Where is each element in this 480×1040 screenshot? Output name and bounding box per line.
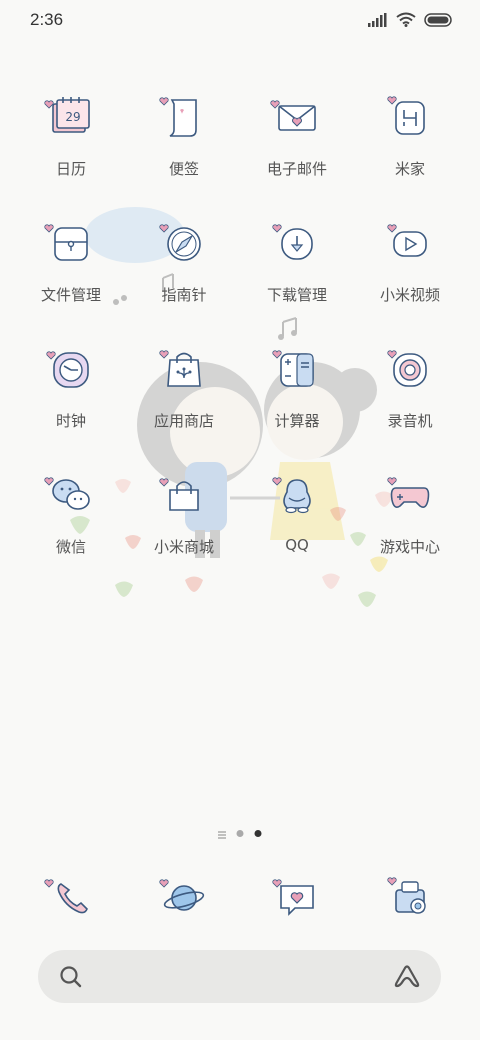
mail-icon <box>278 105 316 131</box>
heart-icon <box>387 877 397 886</box>
app-email[interactable]: 电子邮件 <box>237 80 357 200</box>
app-label: 米家 <box>394 160 425 178</box>
app-app-store[interactable]: 应用商店 <box>124 332 244 452</box>
calendar-date: 29 <box>65 110 80 124</box>
file-manager-icon <box>54 227 88 261</box>
search-icon[interactable] <box>58 964 84 990</box>
heart-icon <box>44 879 54 888</box>
heart-icon <box>387 350 397 359</box>
app-label: 小米视频 <box>379 286 440 304</box>
page-dots <box>218 830 262 839</box>
assistant-icon[interactable] <box>393 964 421 990</box>
heart-icon <box>44 100 54 109</box>
app-qq[interactable]: QQ <box>237 458 357 578</box>
app-label: 时钟 <box>55 412 86 430</box>
menu-lines-icon <box>218 831 226 839</box>
app-label: 文件管理 <box>40 286 101 304</box>
heart-icon <box>272 350 282 359</box>
heart-icon <box>159 97 169 106</box>
page-dot-active <box>254 830 262 837</box>
app-wechat[interactable]: 微信 <box>11 458 131 578</box>
app-label: 录音机 <box>387 412 433 430</box>
battery-icon <box>424 12 452 27</box>
status-time: 2:36 <box>30 10 64 29</box>
app-label: 游戏中心 <box>379 538 440 556</box>
app-label: 应用商店 <box>153 412 214 430</box>
app-mi-store[interactable]: 小米商城 <box>124 458 244 578</box>
app-calculator[interactable]: 计算器 <box>237 332 357 452</box>
app-mihome[interactable]: 米家 <box>350 80 470 200</box>
heart-icon <box>44 224 54 233</box>
app-calendar[interactable]: 29 日历 <box>11 80 131 200</box>
heart-icon <box>159 879 169 888</box>
dock-messages[interactable] <box>237 860 357 940</box>
heart-icon <box>387 477 397 486</box>
heart-icon <box>46 351 56 360</box>
dock-phone[interactable] <box>11 860 131 940</box>
heart-icon <box>159 350 169 359</box>
page-indicator[interactable] <box>0 826 480 840</box>
app-downloads[interactable]: 下载管理 <box>237 206 357 326</box>
phone-icon <box>57 883 88 914</box>
status-bar: 2:36 <box>0 0 480 40</box>
app-game-center[interactable]: 游戏中心 <box>350 458 470 578</box>
app-label: 计算器 <box>274 412 320 430</box>
app-notes[interactable]: 便签 <box>124 80 244 200</box>
heart-icon <box>272 224 282 233</box>
heart-icon <box>272 879 282 888</box>
heart-icon <box>159 478 169 487</box>
app-label: 便签 <box>168 160 199 178</box>
app-label: 微信 <box>55 538 86 556</box>
app-recorder[interactable]: 录音机 <box>350 332 470 452</box>
heart-icon <box>270 100 280 109</box>
app-file-manager[interactable]: 文件管理 <box>11 206 131 326</box>
signal-icon <box>368 12 387 27</box>
page-dot <box>236 830 244 837</box>
app-label: QQ <box>285 536 309 554</box>
wifi-icon <box>396 12 416 27</box>
app-label: 日历 <box>55 160 86 178</box>
heart-icon <box>272 477 282 486</box>
app-label: 指南针 <box>161 286 207 304</box>
dock-browser[interactable] <box>124 860 244 940</box>
heart-icon <box>387 96 397 105</box>
dock-camera[interactable] <box>350 860 470 940</box>
heart-icon <box>387 224 397 233</box>
heart-icon <box>44 477 54 486</box>
heart-icon <box>159 224 169 233</box>
app-label: 下载管理 <box>266 286 327 304</box>
calendar-icon: 29 <box>52 97 90 133</box>
app-mi-video[interactable]: 小米视频 <box>350 206 470 326</box>
app-compass[interactable]: 指南针 <box>124 206 244 326</box>
wechat-icon <box>52 479 90 510</box>
search-bar[interactable] <box>38 950 441 1003</box>
app-label: 电子邮件 <box>266 160 327 178</box>
app-clock[interactable]: 时钟 <box>11 332 131 452</box>
app-label: 小米商城 <box>153 538 214 556</box>
